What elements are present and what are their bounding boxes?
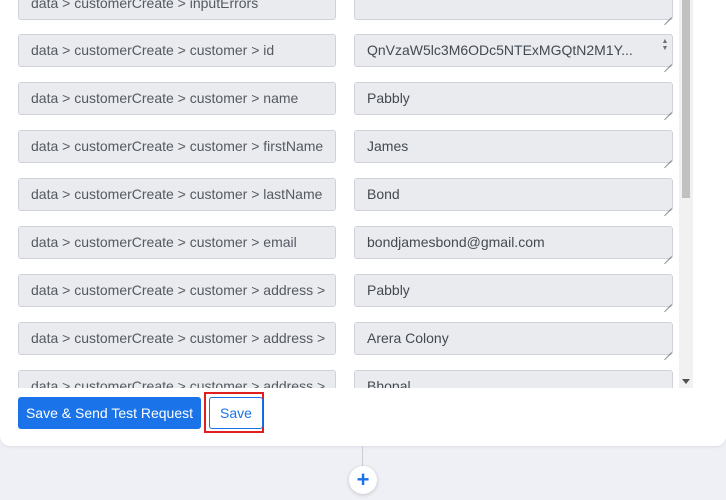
resize-handle-icon[interactable] [664,57,672,65]
field-value[interactable]: Bhopal [354,370,673,388]
field-key: data > customerCreate > customer > id [18,34,336,67]
field-value[interactable] [354,0,673,20]
add-step-plus-icon[interactable]: + [349,466,377,494]
field-value[interactable]: Pabbly [354,274,673,307]
resize-handle-icon[interactable] [664,153,672,161]
field-value[interactable]: Bond [354,178,673,211]
resize-handle-icon[interactable] [664,201,672,209]
field-row: data > customerCreate > customer > email… [18,226,674,259]
field-key: data > customerCreate > customer > first… [18,130,336,163]
field-value[interactable]: James [354,130,673,163]
save-send-test-request-button[interactable]: Save & Send Test Request [18,397,201,429]
field-row: data > customerCreate > customer > addre… [18,274,674,307]
field-key: data > customerCreate > customer > addre… [18,274,336,307]
field-key: data > customerCreate > customer > name [18,82,336,115]
field-key: data > customerCreate > customer > addre… [18,322,336,355]
field-row: data > customerCreate > customer > addre… [18,322,674,355]
resize-handle-icon[interactable] [664,10,672,18]
field-rows-container[interactable]: data > customerCreate > inputErrors data… [0,0,680,388]
field-key: data > customerCreate > inputErrors [18,0,336,20]
field-row: data > customerCreate > customer > id Qn… [18,34,674,67]
scrollbar-thumb[interactable] [682,0,690,198]
field-key: data > customerCreate > customer > email [18,226,336,259]
field-row: data > customerCreate > customer > lastN… [18,178,674,211]
vertical-scrollbar[interactable] [679,0,693,388]
step-connector-line [362,446,363,468]
save-button[interactable]: Save [209,397,263,429]
resize-handle-icon[interactable] [664,105,672,113]
field-value[interactable]: QnVzaW5lc3M6ODc5NTExMGQtN2M1Y... [354,34,673,67]
field-row: data > customerCreate > customer > name … [18,82,674,115]
field-value[interactable]: Pabbly [354,82,673,115]
field-row: data > customerCreate > customer > first… [18,130,674,163]
field-row: data > customerCreate > customer > addre… [18,370,674,388]
response-mapping-card: data > customerCreate > inputErrors data… [0,0,726,446]
resize-handle-icon[interactable] [664,345,672,353]
field-key: data > customerCreate > customer > lastN… [18,178,336,211]
scroll-down-arrow-icon[interactable] [682,379,690,384]
field-key: data > customerCreate > customer > addre… [18,370,336,388]
field-value[interactable]: bondjamesbond@gmail.com [354,226,673,259]
resize-handle-icon[interactable] [664,249,672,257]
spinner-arrows-icon[interactable]: ▲ ▼ [661,38,669,52]
resize-handle-icon[interactable] [664,297,672,305]
field-row: data > customerCreate > inputErrors [18,0,674,20]
field-value[interactable]: Arera Colony [354,322,673,355]
